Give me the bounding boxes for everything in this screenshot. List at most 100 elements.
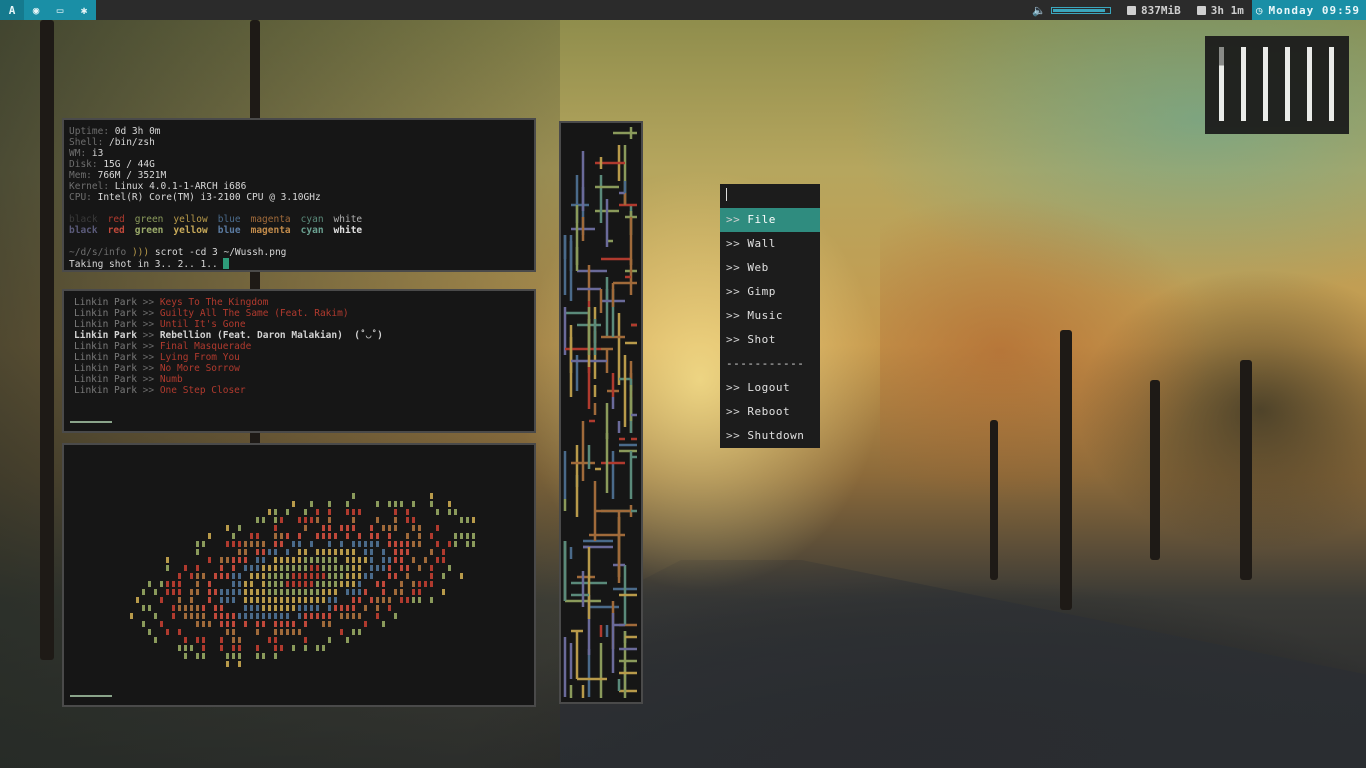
volume-bar-fill [1053, 8, 1105, 12]
visualizer-block [256, 533, 259, 539]
visualizer-block [358, 565, 361, 571]
workspace-arch-logo-icon[interactable]: A [0, 0, 24, 20]
visualizer-block [232, 645, 235, 651]
visualizer-block [406, 541, 409, 547]
visualizer-block [442, 589, 445, 595]
visualizer-block [364, 549, 367, 555]
visualizer-block [322, 613, 325, 619]
visualizer-block [334, 533, 337, 539]
sysinfo-label: Kernel: [69, 181, 115, 192]
launcher-item-logout[interactable]: >> Logout [720, 376, 820, 400]
playlist-track-playing[interactable]: Linkin Park >> Rebellion (Feat. Daron Ma… [74, 330, 524, 341]
visualizer-block [292, 589, 295, 595]
visualizer-block [298, 613, 301, 619]
audio-visualizer-terminal[interactable] [62, 443, 536, 707]
workspace-settings-icon[interactable]: ✱ [72, 0, 96, 20]
launcher-arrow-icon: >> [726, 237, 748, 250]
visualizer-block [430, 597, 433, 603]
playlist-track[interactable]: Linkin Park >> Until It's Gone [74, 319, 524, 330]
visualizer-block [172, 589, 175, 595]
visualizer-block [346, 565, 349, 571]
launcher-item-shot[interactable]: >> Shot [720, 328, 820, 352]
color-swatch-white: white [333, 214, 363, 225]
visualizer-block [256, 653, 259, 659]
launcher-item-gimp[interactable]: >> Gimp [720, 280, 820, 304]
visualizer-block [346, 581, 349, 587]
launcher-item-wall[interactable]: >> Wall [720, 232, 820, 256]
music-playlist-terminal[interactable]: Linkin Park >> Keys To The Kingdom Linkin… [62, 289, 536, 433]
visualizer-block [328, 589, 331, 595]
visualizer-block [298, 541, 301, 547]
visualizer-block [274, 629, 277, 635]
track-separator: >> [136, 330, 160, 341]
visualizer-block [298, 629, 301, 635]
visualizer-block [382, 589, 385, 595]
volume-indicator[interactable]: 🔈 [1024, 0, 1119, 20]
launcher-item-music[interactable]: >> Music [720, 304, 820, 328]
visualizer-block [394, 589, 397, 595]
visualizer-block [394, 541, 397, 547]
visualizer-block [304, 605, 307, 611]
launcher-item-shutdown[interactable]: >> Shutdown [720, 424, 820, 448]
launcher-item-file[interactable]: >> File [720, 208, 820, 232]
visualizer-block [472, 541, 475, 547]
sysinfo-terminal[interactable]: Uptime: 0d 3h 0m Shell: /bin/zsh WM: i3 Dis… [62, 118, 536, 272]
clock[interactable]: ◷ Monday 09:59 [1251, 0, 1366, 20]
visualizer-block [172, 613, 175, 619]
playlist-track[interactable]: Linkin Park >> No More Sorrow [74, 363, 524, 374]
visualizer-block [196, 565, 199, 571]
visualizer-block [280, 613, 283, 619]
sysinfo-value: 15G / 44G [103, 159, 155, 170]
visualizer-block [304, 549, 307, 555]
visualizer-block [310, 581, 313, 587]
launcher-arrow-icon: >> [726, 333, 748, 346]
shell-prompt-line[interactable]: ~/d/s/info ))) scrot -cd 3 ~/Wussh.png T… [69, 247, 529, 270]
visualizer-block [346, 501, 349, 507]
playlist-track[interactable]: Linkin Park >> Numb [74, 374, 524, 385]
track-separator: >> [136, 308, 160, 319]
playlist-track[interactable]: Linkin Park >> One Step Closer [74, 385, 524, 396]
color-swatch-cyan: cyan [300, 225, 324, 236]
color-swatch-green: green [134, 225, 164, 236]
visualizer-block [142, 589, 145, 595]
visualizer-block [256, 597, 259, 603]
visualizer-block [322, 581, 325, 587]
pipes-screensaver-terminal[interactable] [559, 121, 643, 704]
playlist-track[interactable]: Linkin Park >> Keys To The Kingdom [74, 297, 524, 308]
sysinfo-row: Kernel: Linux 4.0.1-1-ARCH i686 [69, 181, 529, 192]
visualizer-block [160, 597, 163, 603]
launcher-item-web[interactable]: >> Web [720, 256, 820, 280]
workspace-headphones-icon[interactable]: ◉ [24, 0, 48, 20]
visualizer-block [370, 597, 373, 603]
visualizer-block [394, 501, 397, 507]
visualizer-block [208, 533, 211, 539]
workspace-monitor-icon[interactable]: ▭ [48, 0, 72, 20]
visualizer-block [388, 573, 391, 579]
visualizer-block [226, 613, 229, 619]
volume-bar[interactable] [1051, 6, 1112, 14]
sysinfo-row: Mem: 766M / 3521M [69, 170, 529, 181]
sysinfo-row: Uptime: 0d 3h 0m [69, 126, 529, 137]
playlist-track[interactable]: Linkin Park >> Guilty All The Same (Feat… [74, 308, 524, 319]
visualizer-block [418, 525, 421, 531]
visualizer-block [160, 581, 163, 587]
visualizer-block [352, 565, 355, 571]
visualizer-block [244, 565, 247, 571]
launcher-menu[interactable]: >> File >> Wall >> Web >> Gimp >> Music >> Sh… [720, 184, 820, 448]
color-swatch-red: red [107, 225, 125, 236]
visualizer-block [394, 509, 397, 515]
launcher-input[interactable] [720, 184, 820, 208]
visualizer-block [208, 621, 211, 627]
playlist-track[interactable]: Linkin Park >> Final Masquerade [74, 341, 524, 352]
track-title: No More Sorrow [159, 363, 240, 374]
visualizer-block [202, 645, 205, 651]
launcher-item-reboot[interactable]: >> Reboot [720, 400, 820, 424]
sysinfo-value: Intel(R) Core(TM) i3-2100 CPU @ 3.10GHz [97, 192, 321, 203]
visualizer-block [466, 517, 469, 523]
track-separator: >> [136, 319, 160, 330]
launcher-item-label: Music [747, 309, 783, 322]
uptime-icon [1196, 5, 1206, 15]
playlist-track[interactable]: Linkin Park >> Lying From You [74, 352, 524, 363]
visualizer-block [250, 605, 253, 611]
visualizer-block [208, 581, 211, 587]
